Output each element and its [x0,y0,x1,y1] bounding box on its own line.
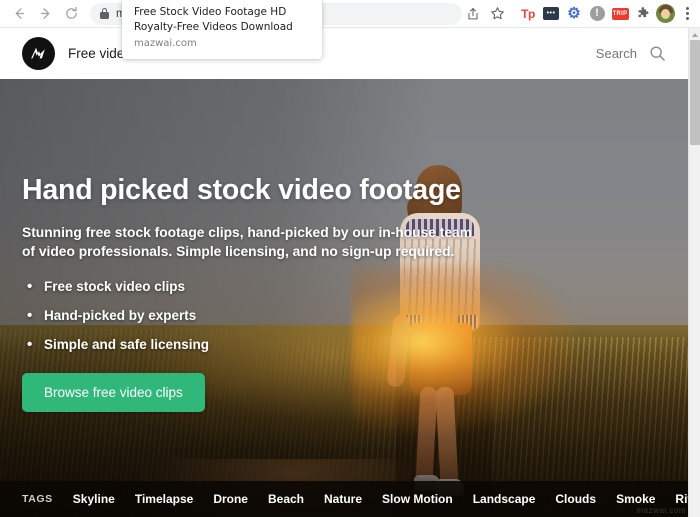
search-input[interactable] [557,46,637,61]
back-icon[interactable] [6,2,32,26]
navigation-buttons [0,2,84,26]
tooltip-line-2: Royalty-Free Videos Download [134,21,293,33]
browser-toolbar: m Tp ••• ⚙ ! TRIP Free Stock Video Foota… [0,0,700,59]
list-item: Simple and safe licensing [22,336,492,353]
avatar[interactable] [656,4,675,23]
list-item: Hand-picked by experts [22,307,492,324]
mazwai-logo-icon[interactable] [22,37,55,70]
tooltip-domain: mazwai.com [134,38,197,49]
search-icon[interactable] [649,45,666,62]
tags-bar: TAGS Skyline Timelapse Drone Beach Natur… [0,481,688,517]
hero-content: Hand picked stock video footage Stunning… [22,174,492,412]
kebab-menu-icon[interactable] [678,3,696,25]
dark-extension-icon[interactable]: ••• [541,4,561,24]
tag-river[interactable]: River [675,492,688,506]
page-scrollbar[interactable] [688,28,700,517]
gray-extension-icon[interactable]: ! [587,4,607,24]
forward-icon[interactable] [32,2,58,26]
reload-icon[interactable] [58,2,84,26]
hero-section: Hand picked stock video footage Stunning… [0,79,688,517]
search-box[interactable] [557,45,666,62]
avatar-face [661,9,670,19]
tag-landscape[interactable]: Landscape [473,492,536,506]
gear-icon[interactable]: ⚙ [564,4,584,24]
tag-clouds[interactable]: Clouds [555,492,596,506]
tag-beach[interactable]: Beach [268,492,304,506]
link-preview-tooltip: Free Stock Video Footage HD Royalty-Free… [122,0,322,59]
tag-skyline[interactable]: Skyline [73,492,115,506]
extensions-bar: Tp ••• ⚙ ! TRIP [512,3,700,25]
scrollbar-up-arrow-icon[interactable] [689,30,700,39]
scrollbar-thumb[interactable] [690,40,700,145]
tag-nature[interactable]: Nature [324,492,362,506]
lock-icon [100,8,109,19]
tag-smoke[interactable]: Smoke [616,492,655,506]
puzzle-icon[interactable] [633,4,653,24]
browser-window: m Tp ••• ⚙ ! TRIP Free Stock Video Foota… [0,0,700,517]
address-bar-actions [462,3,512,25]
hero-subtitle: Stunning free stock footage clips, hand-… [22,224,472,259]
red-extension-icon[interactable]: TRIP [610,4,630,24]
tag-drone[interactable]: Drone [213,492,248,506]
tag-timelapse[interactable]: Timelapse [135,492,193,506]
tooltip-line-1: Free Stock Video Footage HD [134,6,287,18]
brand[interactable]: Free video [22,37,132,70]
tp-extension-icon[interactable]: Tp [518,4,538,24]
star-icon[interactable] [486,3,508,25]
hero-feature-list: Free stock video clips Hand-picked by ex… [22,278,492,353]
hero-title: Hand picked stock video footage [22,174,461,206]
tags-label: TAGS [22,493,53,505]
site-header: Free video [0,28,688,79]
share-icon[interactable] [462,3,484,25]
browse-free-video-clips-button[interactable]: Browse free video clips [22,372,205,412]
watermark: mazwai.com [636,506,686,515]
list-item: Free stock video clips [22,278,492,295]
tag-slow-motion[interactable]: Slow Motion [382,492,453,506]
